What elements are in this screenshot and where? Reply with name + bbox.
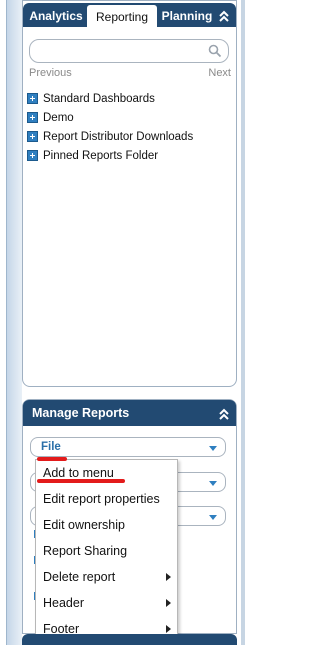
- expand-plus-icon[interactable]: [27, 150, 38, 161]
- manage-reports-header: Manage Reports: [23, 400, 236, 426]
- menu-item-report-sharing[interactable]: Report Sharing: [36, 538, 177, 564]
- menu-item-label: Edit report properties: [43, 492, 160, 506]
- menu-item-label: Edit ownership: [43, 518, 125, 532]
- chevron-down-icon: [209, 481, 217, 486]
- expand-plus-icon[interactable]: [27, 93, 38, 104]
- tree-item-label[interactable]: Demo: [43, 112, 74, 124]
- search-box[interactable]: [29, 39, 229, 63]
- collapse-nav-button[interactable]: [216, 7, 232, 25]
- tree-item-report-distributor-downloads[interactable]: Report Distributor Downloads: [27, 127, 233, 146]
- tree-item-pinned-reports-folder[interactable]: Pinned Reports Folder: [27, 146, 233, 165]
- submenu-arrow-icon: [166, 599, 171, 607]
- bottom-panel-header: [22, 634, 237, 645]
- previous-link[interactable]: Previous: [29, 67, 72, 79]
- tree-item-standard-dashboards[interactable]: Standard Dashboards: [27, 89, 233, 108]
- report-tree: Standard Dashboards Demo Report Distribu…: [27, 89, 233, 165]
- next-link[interactable]: Next: [208, 67, 231, 79]
- expand-plus-icon[interactable]: [27, 112, 38, 123]
- submenu-arrow-icon: [166, 625, 171, 633]
- chevron-down-icon: [209, 446, 217, 451]
- search-input[interactable]: [38, 43, 198, 59]
- tab-planning[interactable]: Planning: [159, 5, 215, 27]
- left-rail: [0, 0, 22, 645]
- navigation-panel: Analytics Reporting Planning Previous Ne…: [22, 0, 237, 387]
- expand-plus-icon[interactable]: [27, 131, 38, 142]
- file-context-menu: Add to menu Edit report properties Edit …: [35, 459, 178, 645]
- pager: Previous Next: [29, 67, 235, 81]
- double-chevron-up-icon: [219, 408, 229, 420]
- menu-item-edit-report-properties[interactable]: Edit report properties: [36, 486, 177, 512]
- menu-item-label: Delete report: [43, 570, 116, 584]
- tree-item-label[interactable]: Pinned Reports Folder: [43, 150, 158, 162]
- collapse-manage-button[interactable]: [216, 405, 232, 423]
- chevron-down-icon: [209, 515, 217, 520]
- menu-item-delete-report[interactable]: Delete report: [36, 564, 177, 590]
- file-dropdown[interactable]: File: [30, 437, 226, 457]
- menu-item-label: Report Sharing: [43, 544, 128, 558]
- search-icon[interactable]: [208, 44, 222, 58]
- file-dropdown-label: File: [41, 441, 61, 453]
- tree-item-label[interactable]: Report Distributor Downloads: [43, 131, 193, 143]
- right-edge: [241, 0, 245, 645]
- menu-item-label: Add to menu: [43, 466, 114, 480]
- tree-item-demo[interactable]: Demo: [27, 108, 233, 127]
- menu-item-label: Header: [43, 596, 84, 610]
- tab-analytics[interactable]: Analytics: [26, 5, 86, 27]
- tab-bar: Analytics Reporting Planning: [23, 3, 236, 28]
- manage-reports-title: Manage Reports: [32, 406, 130, 420]
- tree-item-label[interactable]: Standard Dashboards: [43, 93, 155, 105]
- red-annotation-underline: [37, 457, 67, 461]
- menu-item-header[interactable]: Header: [36, 590, 177, 616]
- menu-item-edit-ownership[interactable]: Edit ownership: [36, 512, 177, 538]
- red-annotation-underline: [37, 479, 125, 483]
- double-chevron-up-icon: [219, 10, 229, 22]
- left-rail-stripe: [6, 0, 22, 645]
- submenu-arrow-icon: [166, 573, 171, 581]
- tab-reporting[interactable]: Reporting: [87, 5, 157, 28]
